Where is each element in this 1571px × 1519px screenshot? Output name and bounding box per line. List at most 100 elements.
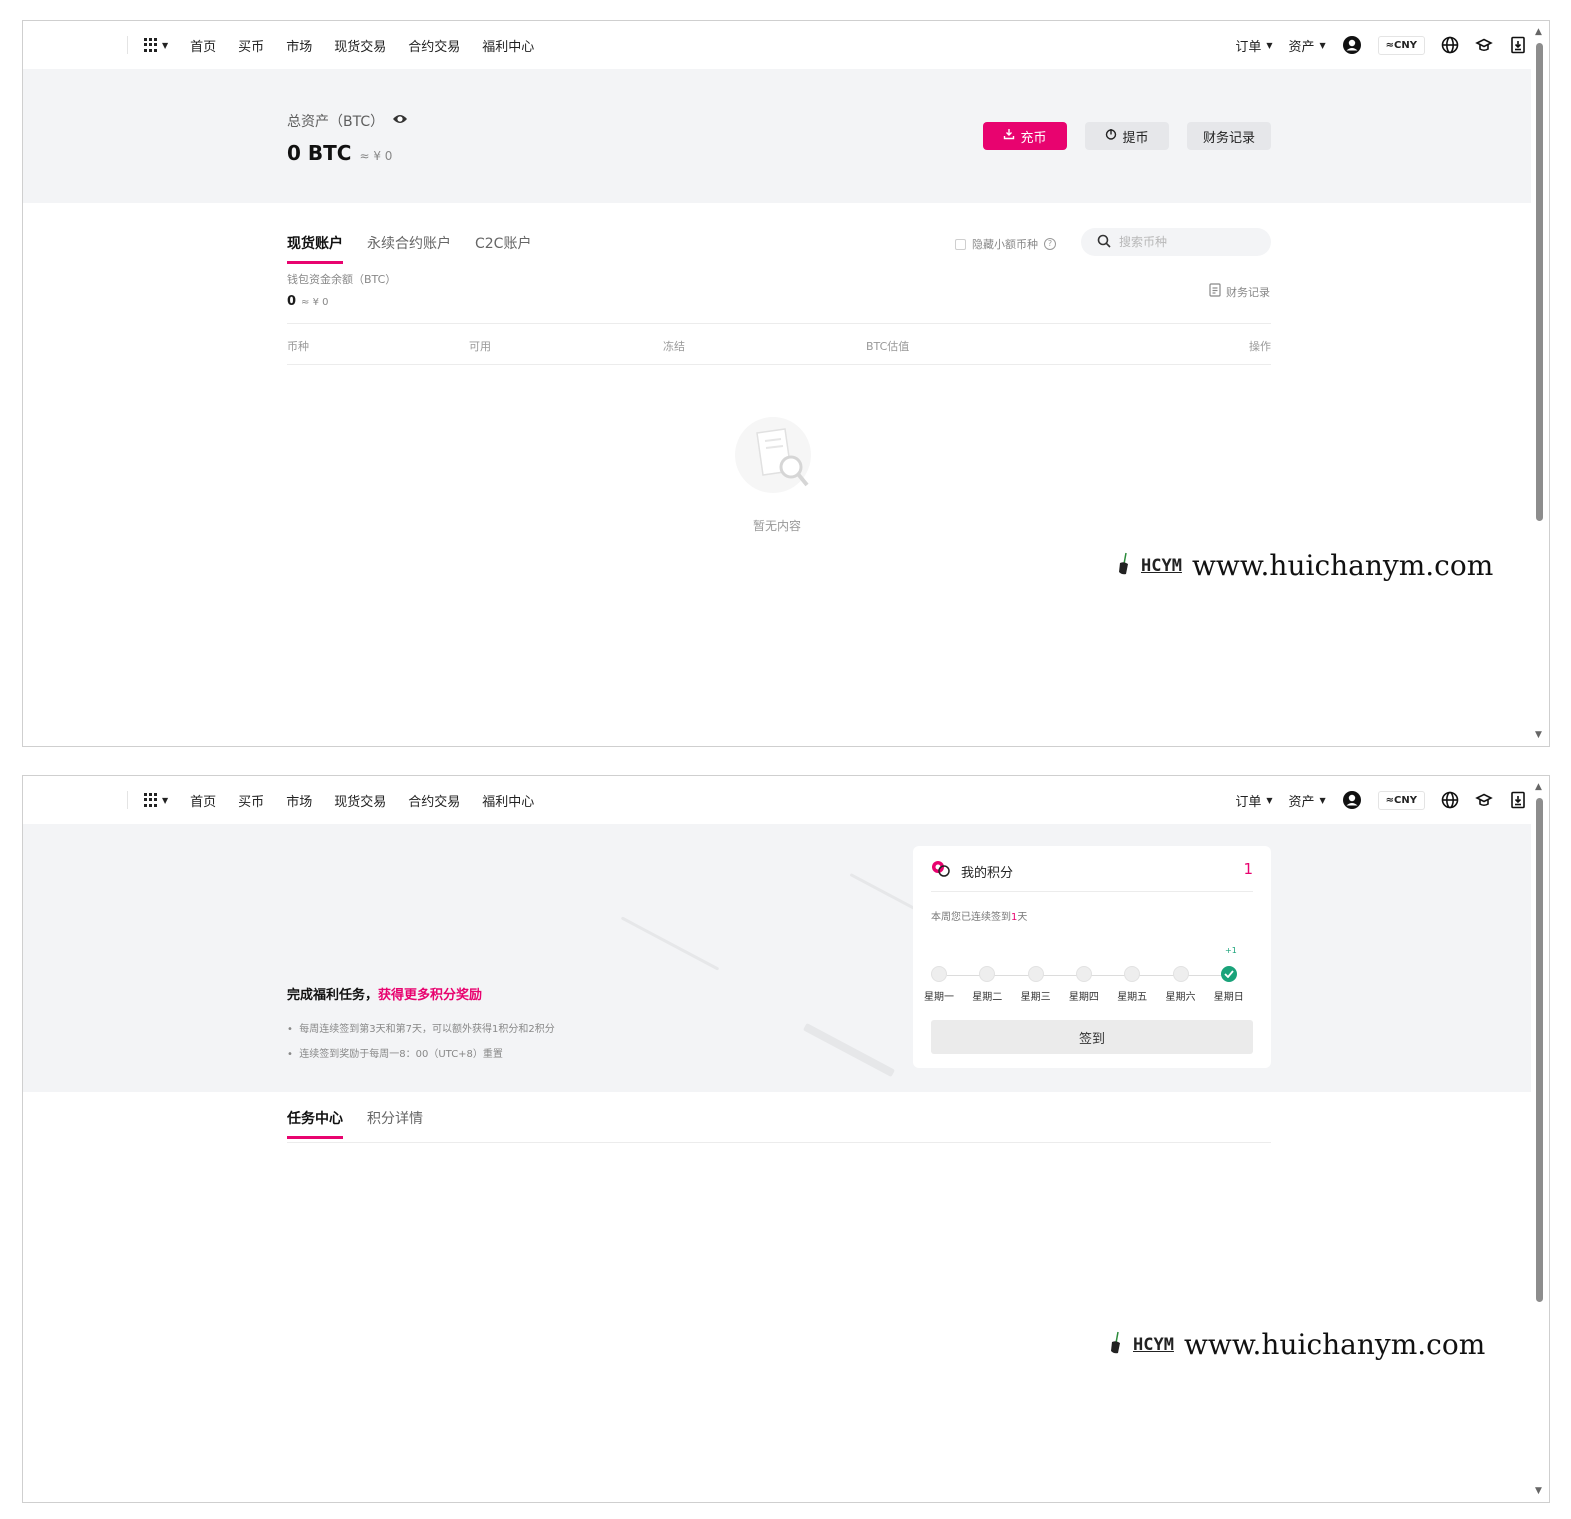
globe-icon[interactable] — [1441, 36, 1459, 54]
vertical-scrollbar[interactable]: ▲ ▼ — [1531, 776, 1549, 1502]
scrollbar-thumb[interactable] — [1536, 43, 1543, 521]
financial-records-button[interactable]: 财务记录 — [1187, 122, 1271, 150]
globe-icon[interactable] — [1441, 791, 1459, 809]
points-value: 1 — [1243, 860, 1253, 878]
checkin-dot — [1172, 966, 1189, 982]
tab-perpetual-account[interactable]: 永续合约账户 — [367, 233, 451, 264]
checkin-day: 星期四 — [1064, 966, 1104, 1003]
tab-spot-account[interactable]: 现货账户 — [287, 233, 343, 264]
nav-market[interactable]: 市场 — [286, 791, 312, 810]
caret-down-icon: ▼ — [1319, 40, 1326, 50]
nav-buy-crypto[interactable]: 买币 — [238, 791, 264, 810]
download-icon[interactable] — [1509, 791, 1527, 809]
orders-dropdown[interactable]: 订单 ▼ — [1235, 36, 1272, 55]
caret-down-icon: ▼ — [1266, 795, 1273, 805]
vertical-scrollbar[interactable]: ▲ ▼ — [1531, 21, 1549, 746]
nav-welfare-center[interactable]: 福利中心 — [482, 791, 534, 810]
nav-futures-trading[interactable]: 合约交易 — [408, 36, 460, 55]
top-navbar: ▼ 首页 买币 市场 现货交易 合约交易 福利中心 订单 ▼ 资产 ▼ ≈CNY — [23, 776, 1533, 824]
scroll-up-icon[interactable]: ▲ — [1535, 27, 1542, 37]
welfare-tabs: 任务中心 积分详情 — [287, 1108, 423, 1139]
scroll-down-icon[interactable]: ▼ — [1535, 1486, 1542, 1496]
tab-points-details[interactable]: 积分详情 — [367, 1108, 423, 1139]
decorative-line — [620, 916, 720, 971]
deposit-icon — [1003, 128, 1015, 144]
weekday-label: 星期一 — [924, 992, 954, 1003]
streak-text: 本周您已连续签到1天 — [931, 908, 1027, 923]
nav-spot-trading[interactable]: 现货交易 — [334, 36, 386, 55]
logo[interactable] — [23, 776, 127, 824]
scroll-down-icon[interactable]: ▼ — [1535, 730, 1542, 740]
watermark: HCYM www.huichanym.com — [1117, 549, 1493, 582]
my-points-card: 我的积分 1 本周您已连续签到1天 +1 星期一 星期二 星期三 星期四 星期五 星期六 星… — [913, 846, 1271, 1068]
assets-dropdown[interactable]: 资产 ▼ — [1289, 36, 1326, 55]
column-header-available: 可用 — [469, 340, 491, 353]
caret-down-icon: ▼ — [1266, 40, 1273, 50]
assets-window: ▼ 首页 买币 市场 现货交易 合约交易 福利中心 订单 ▼ 资产 ▼ ≈CNY 总… — [22, 20, 1550, 747]
orders-dropdown[interactable]: 订单 ▼ — [1235, 791, 1272, 810]
nav-futures-trading[interactable]: 合约交易 — [408, 791, 460, 810]
promo-title-highlight: 获得更多积分奖励 — [378, 988, 483, 1003]
currency-button[interactable]: ≈CNY — [1377, 790, 1425, 810]
caret-down-icon: ▼ — [1319, 795, 1326, 805]
download-icon[interactable] — [1509, 36, 1527, 54]
checkin-dot — [1027, 966, 1044, 982]
wallet-btc: 0 — [287, 294, 297, 309]
wallet-balance-label: 钱包资金余额（BTC） — [287, 273, 397, 286]
shovel-icon — [1117, 552, 1131, 580]
nav-home[interactable]: 首页 — [190, 791, 216, 810]
hide-small-label: 隐藏小额币种 — [972, 238, 1038, 251]
hide-small-checkbox[interactable] — [955, 238, 966, 250]
caret-down-icon: ▼ — [162, 795, 169, 805]
deposit-button[interactable]: 充币 — [983, 122, 1067, 150]
checkin-day: 星期一 — [919, 966, 959, 1003]
signin-button[interactable]: 签到 — [931, 1020, 1253, 1054]
checkin-day: 星期六 — [1161, 966, 1201, 1003]
weekday-label: 星期日 — [1213, 992, 1244, 1003]
promo-bullet: • 连续签到奖励于每周一8：00（UTC+8）重置 — [287, 1049, 503, 1060]
asset-overview-banner: 总资产（BTC） 0 BTC ≈ ¥ 0 充币 提币 财务记录 — [23, 69, 1533, 203]
grid-icon — [144, 793, 158, 807]
points-card-header: 我的积分 — [931, 860, 1013, 882]
nav-right: 订单 ▼ 资产 ▼ ≈CNY — [1235, 35, 1533, 55]
checkin-dot — [1075, 966, 1092, 982]
nav-welfare-center[interactable]: 福利中心 — [482, 36, 534, 55]
graduation-cap-icon[interactable] — [1475, 36, 1493, 54]
main-menu: 首页 买币 市场 现货交易 合约交易 福利中心 — [190, 36, 534, 55]
financial-records-link[interactable]: 财务记录 — [1209, 283, 1270, 300]
hide-small-balances: 隐藏小额币种 ? — [955, 236, 1056, 252]
currency-button[interactable]: ≈CNY — [1377, 35, 1425, 55]
user-icon[interactable] — [1342, 35, 1362, 55]
assets-label: 资产 — [1288, 39, 1315, 55]
search-input[interactable] — [1119, 235, 1259, 249]
orders-label: 订单 — [1235, 39, 1262, 55]
checkin-day: 星期日 — [1209, 966, 1249, 1003]
scrollbar-thumb[interactable] — [1536, 798, 1543, 1302]
financial-records-label: 财务记录 — [1202, 130, 1255, 146]
user-icon[interactable] — [1342, 790, 1362, 810]
promo-bullet-text: 连续签到奖励于每周一8：00（UTC+8）重置 — [299, 1049, 503, 1060]
withdraw-button[interactable]: 提币 — [1085, 122, 1169, 150]
apps-menu-button[interactable]: ▼ — [144, 793, 168, 807]
eye-icon[interactable] — [392, 113, 408, 129]
apps-menu-button[interactable]: ▼ — [144, 38, 168, 52]
total-btc: 0 BTC — [287, 141, 352, 165]
weekday-label: 星期五 — [1117, 992, 1148, 1003]
tab-task-center[interactable]: 任务中心 — [287, 1108, 343, 1139]
graduation-cap-icon[interactable] — [1475, 791, 1493, 809]
help-icon[interactable]: ? — [1044, 238, 1056, 250]
streak-suffix: 天 — [1017, 912, 1028, 923]
welfare-window: ▼ 首页 买币 市场 现货交易 合约交易 福利中心 订单 ▼ 资产 ▼ ≈CNY 完… — [22, 775, 1550, 1503]
nav-market[interactable]: 市场 — [286, 36, 312, 55]
nav-home[interactable]: 首页 — [190, 36, 216, 55]
tab-c2c-account[interactable]: C2C账户 — [475, 233, 531, 264]
nav-spot-trading[interactable]: 现货交易 — [334, 791, 386, 810]
watermark-url: www.huichanym.com — [1191, 549, 1494, 582]
column-header-coin: 币种 — [287, 340, 309, 353]
total-assets-value: 0 BTC ≈ ¥ 0 — [287, 141, 392, 165]
bonus-badge: +1 — [1225, 946, 1237, 955]
logo[interactable] — [23, 21, 127, 69]
nav-buy-crypto[interactable]: 买币 — [238, 36, 264, 55]
scroll-up-icon[interactable]: ▲ — [1535, 782, 1542, 792]
assets-dropdown[interactable]: 资产 ▼ — [1289, 791, 1326, 810]
